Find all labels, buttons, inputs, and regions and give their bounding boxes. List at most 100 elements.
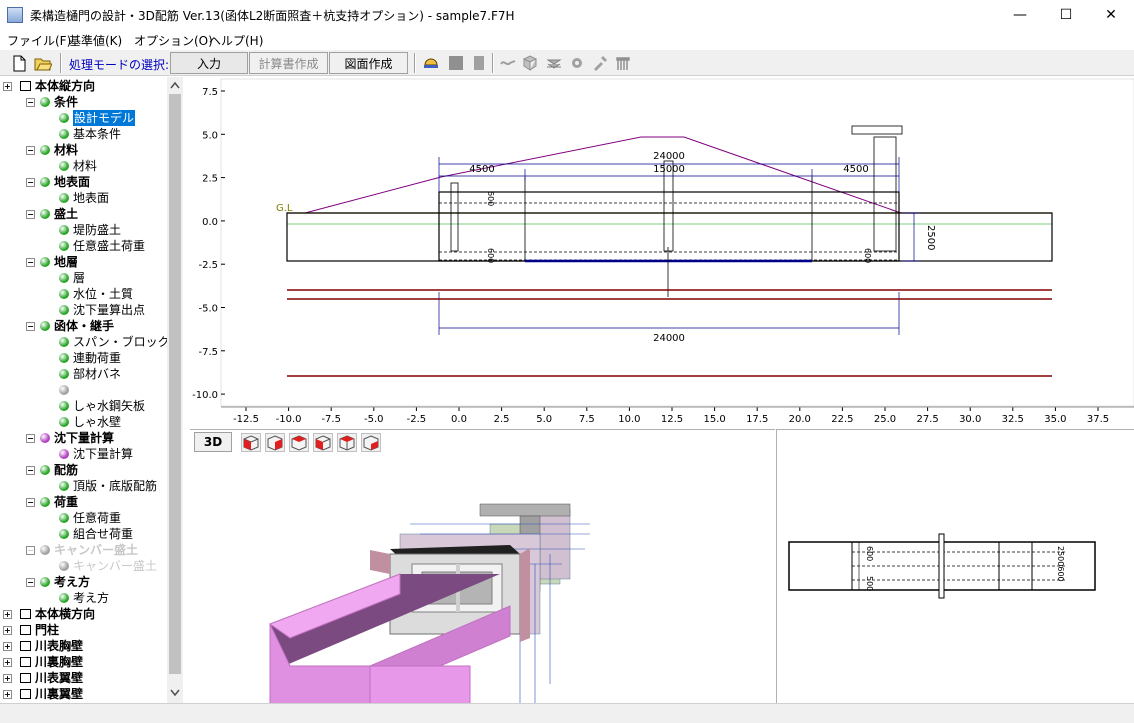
tree-item[interactable]: − 地表面 [0,174,166,190]
minimize-button[interactable]: — [997,0,1043,29]
scroll-thumb[interactable] [169,94,181,674]
menu-standards[interactable]: 基準値(K) [69,32,122,49]
tree-item[interactable]: + 本体横方向 [0,606,166,622]
close-button[interactable]: ✕ [1088,0,1134,29]
collapse-icon[interactable]: − [26,98,35,107]
tree-item[interactable]: − 材料 [0,142,166,158]
expand-icon[interactable]: + [3,674,12,683]
tree-item[interactable]: − 沈下量計算 [0,430,166,446]
collapse-icon[interactable]: − [26,546,35,555]
open-folder-icon[interactable] [34,54,52,72]
expand-icon[interactable]: + [3,82,12,91]
tree-item[interactable]: − 地層 [0,254,166,270]
new-file-icon[interactable] [10,54,28,72]
status-dot-icon [40,321,50,331]
tree-item[interactable]: 設計モデル [0,110,166,126]
collapse-icon[interactable]: − [26,146,35,155]
tree-item[interactable]: + 川裏胸壁 [0,654,166,670]
tree-item[interactable]: − 条件 [0,94,166,110]
tree-item[interactable]: − 配筋 [0,462,166,478]
scroll-down-icon[interactable] [170,689,180,697]
tree-item[interactable]: しゃ水鋼矢板 [0,398,166,414]
collapse-icon[interactable]: − [26,578,35,587]
menu-file[interactable]: ファイル(F) [7,32,71,49]
expand-icon[interactable]: + [3,690,12,699]
tree-item[interactable]: 水位・土質 [0,286,166,302]
tree-item[interactable]: + 川表翼壁 [0,670,166,686]
tree-item[interactable]: 任意盛土荷重 [0,238,166,254]
tree-item[interactable]: − 函体・継手 [0,318,166,334]
view-cube-6[interactable] [361,433,381,452]
report-mode-button[interactable]: 計算書作成 [249,52,328,74]
menu-options[interactable]: オプション(O) [134,32,213,49]
structure-icon [20,673,31,683]
scroll-up-icon[interactable] [170,81,180,89]
tree-item[interactable]: − 盛土 [0,206,166,222]
grid-disabled-icon[interactable] [615,55,631,71]
tree-item[interactable]: 堤防盛土 [0,222,166,238]
plan-view[interactable]: 600 500 2500600 [776,429,1134,703]
view-cube-2[interactable] [265,433,285,452]
tree-item-label: 層 [73,271,86,285]
tree-item[interactable]: 連動荷重 [0,350,166,366]
gray-square-icon[interactable] [448,55,464,71]
collapse-icon[interactable]: − [26,434,35,443]
input-mode-button[interactable]: 入力 [170,52,248,74]
tree-item[interactable]: 考え方 [0,590,166,606]
tree-item[interactable]: しゃ水壁 [0,414,166,430]
tree-item[interactable]: 材料 [0,158,166,174]
tree-item[interactable]: − 荷重 [0,494,166,510]
collapse-icon[interactable]: − [26,322,35,331]
view-cube-1[interactable] [241,433,261,452]
helmet-icon[interactable] [423,55,439,71]
link-disabled-icon[interactable] [500,55,516,71]
view-cube-4[interactable] [313,433,333,452]
menu-help[interactable]: ヘルプ(H) [209,32,263,49]
3d-view[interactable]: 3D [190,429,775,704]
tree-item[interactable]: 基本条件 [0,126,166,142]
x-tick-label: 0.0 [451,414,467,425]
expand-icon[interactable]: + [3,642,12,651]
collapse-icon[interactable]: − [26,258,35,267]
box-disabled-icon[interactable] [522,55,538,71]
tree-item[interactable]: 層 [0,270,166,286]
drawing-mode-button[interactable]: 図面作成 [329,52,408,74]
expand-icon[interactable]: + [3,658,12,667]
gear-disabled-icon[interactable] [569,55,585,71]
tree-item[interactable]: スパン・ブロック [0,334,170,350]
embankment-line [304,136,1008,214]
window-title: 柔構造樋門の設計・3D配筋 Ver.13(函体L2断面照査＋杭支持オプション) … [30,9,515,23]
tree-item[interactable]: − 考え方 [0,574,166,590]
tree-item[interactable]: 沈下量算出点 [0,302,166,318]
tree-item-label: 基本条件 [73,127,122,141]
view-cube-3[interactable] [289,433,309,452]
collapse-icon[interactable]: − [26,466,35,475]
tree-item[interactable]: 組合せ荷重 [0,526,166,542]
expand-icon[interactable]: + [3,610,12,619]
stack-disabled-icon[interactable] [546,55,562,71]
tree-item[interactable]: + 門柱 [0,622,166,638]
side-section-view[interactable]: 7.5 5.0 2.5 0.0 -2.5 -5.0 -7.5 -10.0 -12.5 -10.0… [190,77,1134,426]
tree-item[interactable]: + 川裏翼壁 [0,686,166,702]
tree-item[interactable]: 沈下量計算 [0,446,166,462]
y-tick-label: -10.0 [192,390,218,401]
3d-button[interactable]: 3D [194,432,232,452]
tree-item[interactable]: キャンバー盛土 [0,558,166,574]
collapse-icon[interactable]: − [26,498,35,507]
gray-panel-icon[interactable] [471,55,487,71]
maximize-button[interactable]: ☐ [1043,0,1089,29]
collapse-icon[interactable]: − [26,210,35,219]
tree-item[interactable]: + 本体縦方向 [0,78,166,94]
view-cube-5[interactable] [337,433,357,452]
tree-item[interactable]: + 川表胸壁 [0,638,166,654]
tree-item[interactable]: 地表面 [0,190,166,206]
tree-item[interactable]: 部材バネ [0,366,166,382]
tree-item[interactable] [0,382,166,398]
tree-item[interactable]: 頂版・底版配筋 [0,478,166,494]
collapse-icon[interactable]: − [26,178,35,187]
tool-disabled-icon[interactable] [592,55,608,71]
tree-item[interactable]: − キャンバー盛土 [0,542,166,558]
tree-scrollbar[interactable] [167,77,183,703]
tree-item[interactable]: 任意荷重 [0,510,166,526]
expand-icon[interactable]: + [3,626,12,635]
